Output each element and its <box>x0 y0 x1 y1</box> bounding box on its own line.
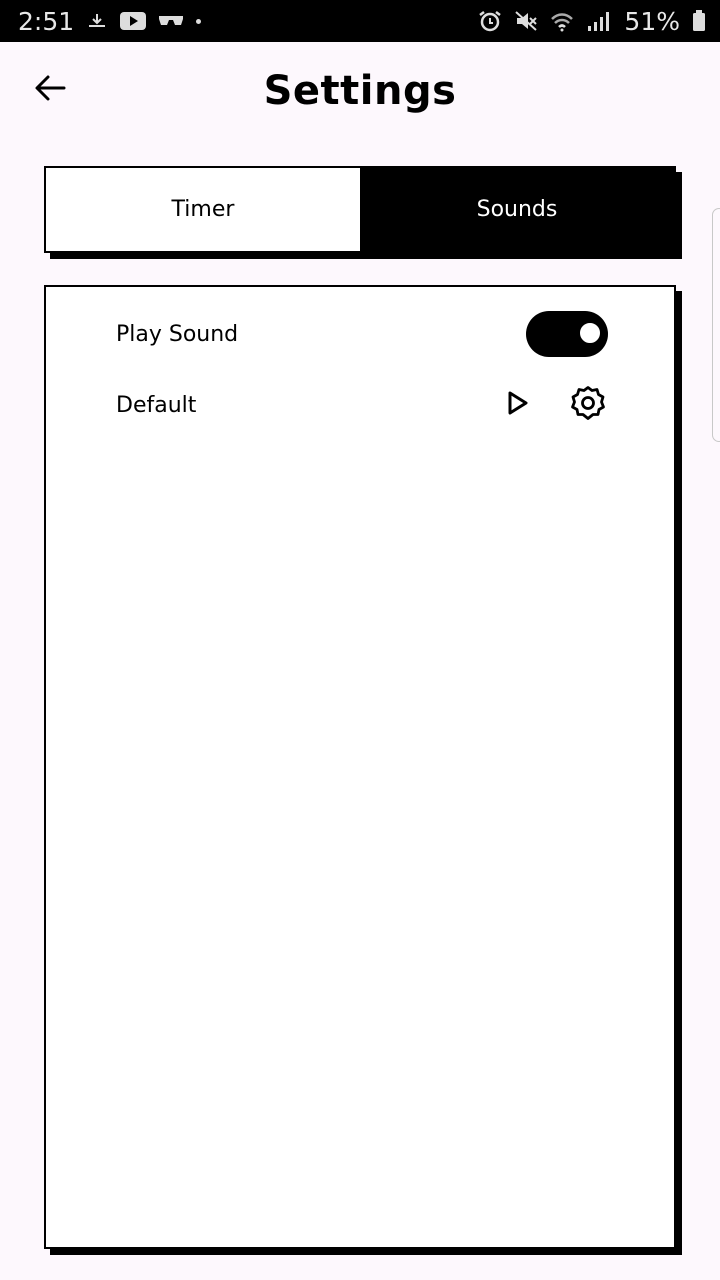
gear-icon <box>570 385 606 426</box>
default-sound-actions <box>498 385 608 425</box>
play-sound-label: Play Sound <box>116 321 239 347</box>
signal-icon <box>586 10 612 32</box>
status-time: 2:51 <box>18 6 75 36</box>
edge-panel-handle[interactable] <box>712 208 720 442</box>
youtube-icon <box>120 12 147 30</box>
status-bar-left: 2:51 <box>18 6 202 36</box>
play-icon <box>506 390 530 421</box>
sound-settings-button[interactable] <box>568 385 608 425</box>
status-bar-right: 51% <box>478 7 706 36</box>
tab-timer[interactable]: Timer <box>46 168 360 251</box>
play-preview-button[interactable] <box>498 385 538 425</box>
toggle-knob <box>578 321 602 345</box>
page-title: Settings <box>263 68 457 114</box>
status-bar: 2:51 51% <box>0 0 720 42</box>
play-sound-toggle[interactable] <box>526 311 608 357</box>
sounds-panel: Play Sound Default <box>44 285 676 1249</box>
download-icon <box>86 12 108 30</box>
wifi-icon <box>550 10 574 32</box>
tab-sounds[interactable]: Sounds <box>360 168 674 251</box>
default-sound-row[interactable]: Default <box>116 380 608 430</box>
default-sound-label: Default <box>116 392 197 418</box>
glasses-icon <box>158 14 184 28</box>
mute-icon <box>514 10 538 32</box>
play-sound-row: Play Sound <box>116 309 608 359</box>
tab-bar: Timer Sounds <box>44 166 676 253</box>
alarm-icon <box>478 10 502 32</box>
battery-percent: 51% <box>624 6 680 36</box>
battery-icon <box>692 10 706 32</box>
notification-dot-icon <box>196 18 202 24</box>
